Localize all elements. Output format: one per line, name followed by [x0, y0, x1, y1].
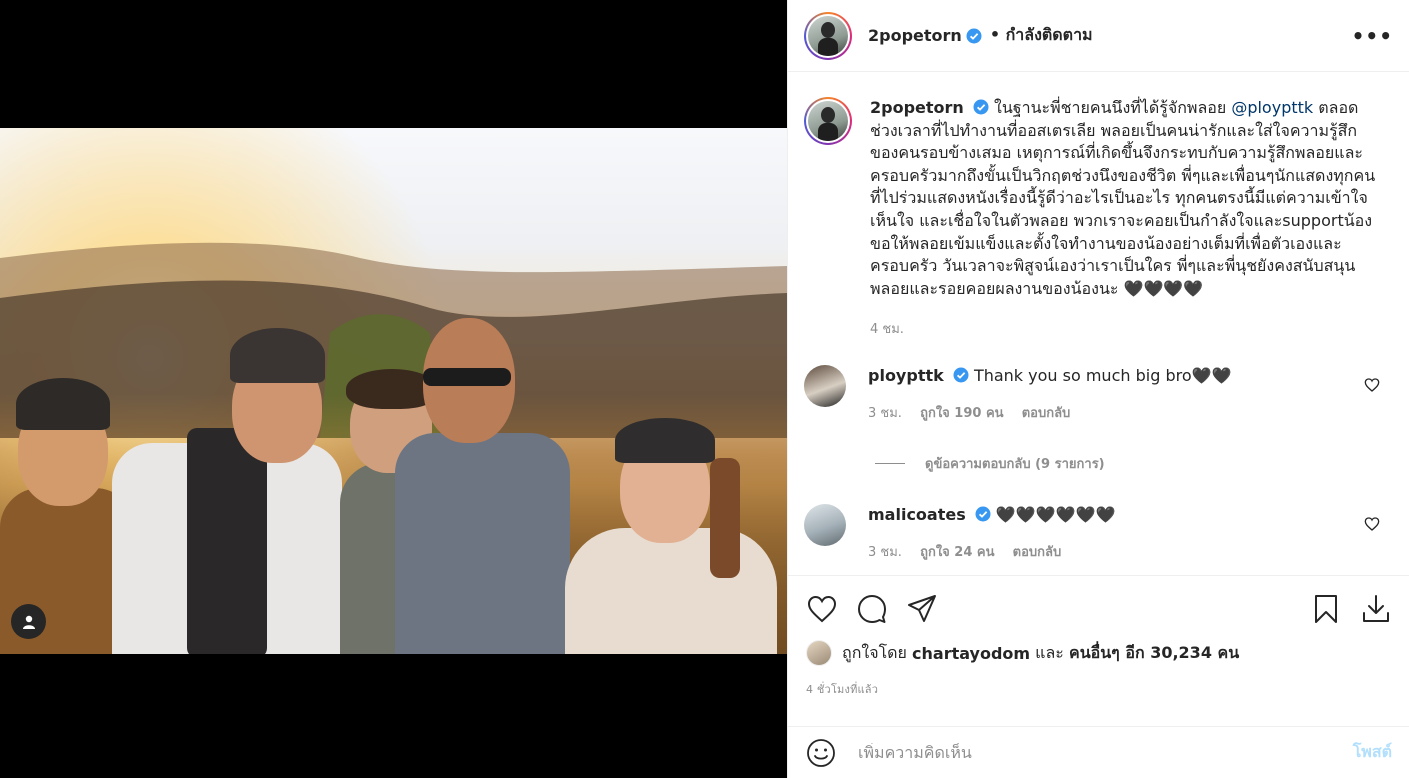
caption-text-rest: ตลอดช่วงเวลาที่ไปทำงานที่ออสเตรเลีย พลอย…	[870, 98, 1376, 298]
verified-badge-icon	[966, 28, 982, 43]
view-replies-button[interactable]: ดูข้อความตอบกลับ (9 รายการ)	[875, 453, 1394, 474]
caption-username[interactable]: 2popetorn	[870, 98, 964, 117]
commenter-avatar[interactable]	[804, 365, 846, 408]
tagged-users-button[interactable]	[11, 604, 46, 639]
comment-username[interactable]: malicoates	[868, 505, 966, 524]
post-header: 2popetorn • กำลังติดตาม •••	[788, 0, 1409, 72]
post-media[interactable]	[0, 0, 787, 778]
like-comment-heart-icon[interactable]	[1364, 377, 1380, 393]
comment-item: malicoates 🖤🖤🖤🖤🖤🖤 3 ชม. ถูกใจ 24 คน ตอบก…	[804, 504, 1394, 564]
author-username[interactable]: 2popetorn	[868, 26, 962, 45]
verified-badge-icon	[953, 367, 969, 383]
add-comment-bar: โพสต์	[788, 726, 1409, 778]
comment-meta: 3 ชม. ถูกใจ 24 คน ตอบกลับ	[868, 542, 1115, 564]
comment-text: Thank you so much big bro🖤🖤	[973, 366, 1232, 386]
caption-time[interactable]: 4 ชม.	[870, 322, 904, 337]
post-photo[interactable]	[0, 128, 787, 654]
reply-button[interactable]: ตอบกลับ	[1022, 406, 1071, 421]
liker-avatar[interactable]	[806, 640, 832, 666]
comment-likes[interactable]: ถูกใจ 24 คน	[920, 545, 994, 560]
caption-meta: 4 ชม.	[870, 318, 1378, 339]
more-options-icon[interactable]: •••	[1352, 24, 1393, 48]
verified-badge-icon	[975, 506, 991, 522]
verified-badge-icon	[973, 99, 989, 115]
like-heart-icon[interactable]	[806, 593, 838, 625]
post-comment-button[interactable]: โพสต์	[1353, 740, 1392, 765]
caption-avatar[interactable]	[804, 97, 852, 145]
post-timestamp[interactable]: 4 ชั่วโมงที่แล้ว	[806, 680, 1392, 698]
caption-text-start: ในฐานะพี่ชายคนนึงที่ได้รู้จักพลอย	[994, 98, 1227, 117]
commenter-avatar[interactable]	[804, 504, 846, 547]
likes-summary: ถูกใจโดย chartayodom และ คนอื่นๆ อีก 30,…	[806, 640, 1392, 666]
caption: 2popetorn ในฐานะพี่ชายคนนึงที่ได้รู้จักพ…	[804, 97, 1394, 339]
liker-username[interactable]: chartayodom	[912, 644, 1030, 663]
user-tag-icon	[22, 615, 35, 629]
comment-time[interactable]: 3 ชม.	[868, 545, 902, 560]
download-icon[interactable]	[1360, 593, 1392, 625]
comment-time[interactable]: 3 ชม.	[868, 406, 902, 421]
caption-mention-link[interactable]: @ploypttk	[1231, 98, 1313, 117]
caption-text: 2popetorn ในฐานะพี่ชายคนนึงที่ได้รู้จักพ…	[870, 97, 1378, 300]
comment-input[interactable]	[858, 743, 1353, 762]
comment-item: ploypttk Thank you so much big bro🖤🖤 3 ช…	[804, 365, 1394, 425]
comments-section: 2popetorn ในฐานะพี่ชายคนนึงที่ได้รู้จักพ…	[788, 73, 1409, 575]
save-bookmark-icon[interactable]	[1310, 593, 1342, 625]
post-actions: ถูกใจโดย chartayodom และ คนอื่นๆ อีก 30,…	[788, 575, 1409, 698]
like-comment-heart-icon[interactable]	[1364, 516, 1380, 532]
post-panel: 2popetorn • กำลังติดตาม ••• 2popetorn ใน…	[787, 0, 1409, 778]
share-send-icon[interactable]	[906, 593, 938, 625]
comment-meta: 3 ชม. ถูกใจ 190 คน ตอบกลับ	[868, 403, 1231, 425]
comment-bubble-icon[interactable]	[856, 593, 888, 625]
author-avatar[interactable]	[804, 11, 852, 60]
others-likes-link[interactable]: คนอื่นๆ อีก 30,234 คน	[1069, 641, 1239, 666]
comment-likes[interactable]: ถูกใจ 190 คน	[920, 406, 1003, 421]
emoji-smiley-icon[interactable]	[806, 738, 836, 768]
comment-text: 🖤🖤🖤🖤🖤🖤	[995, 505, 1116, 525]
reply-button[interactable]: ตอบกลับ	[1013, 545, 1062, 560]
divider-line	[875, 463, 905, 465]
comment-username[interactable]: ploypttk	[868, 366, 944, 385]
follow-status[interactable]: • กำลังติดตาม	[990, 23, 1093, 48]
